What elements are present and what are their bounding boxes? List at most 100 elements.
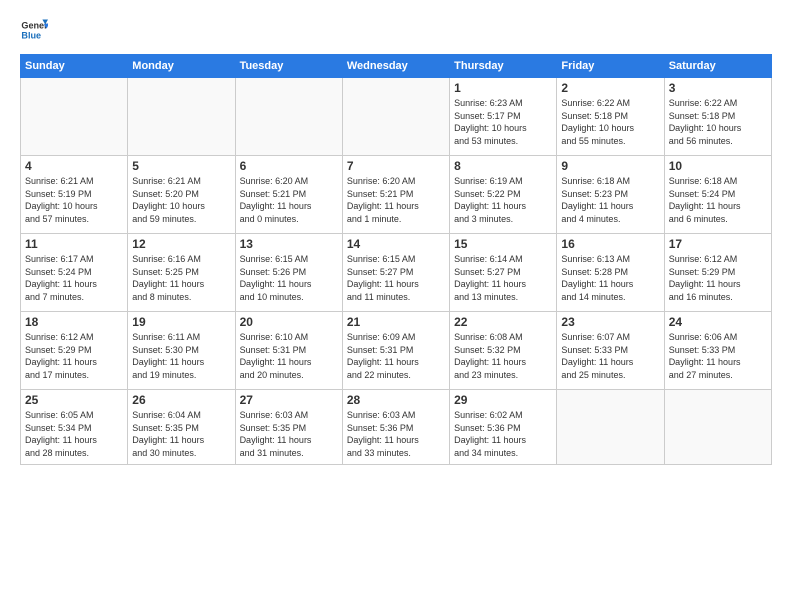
calendar-cell: 10Sunrise: 6:18 AM Sunset: 5:24 PM Dayli… — [664, 156, 771, 234]
calendar-cell: 7 Sunrise: 6:20 AM Sunset: 5:21 PM Daylig… — [342, 156, 449, 234]
calendar-cell: 29 Sunrise: 6:02 AM Sunset: 5:36 PM Dayli… — [450, 390, 557, 465]
calendar-cell: 8 Sunrise: 6:19 AM Sunset: 5:22 PM Daylig… — [450, 156, 557, 234]
day-number: 14 — [347, 237, 445, 251]
day-info: Sunrise: 6:04 AM Sunset: 5:35 PM Dayligh… — [132, 409, 230, 459]
day-info: Sunrise: 6:09 AM Sunset: 5:31 PM Dayligh… — [347, 331, 445, 381]
calendar-cell: 2 Sunrise: 6:22 AM Sunset: 5:18 PM Daylig… — [557, 78, 664, 156]
calendar-cell: 4Sunrise: 6:21 AM Sunset: 5:19 PM Daylig… — [21, 156, 128, 234]
calendar-cell: 14 Sunrise: 6:15 AM Sunset: 5:27 PM Dayli… — [342, 234, 449, 312]
weekday-header-saturday: Saturday — [664, 55, 771, 78]
calendar-cell: 26 Sunrise: 6:04 AM Sunset: 5:35 PM Dayli… — [128, 390, 235, 465]
calendar-cell: 3 Sunrise: 6:22 AM Sunset: 5:18 PM Daylig… — [664, 78, 771, 156]
calendar-cell: 28 Sunrise: 6:03 AM Sunset: 5:36 PM Dayli… — [342, 390, 449, 465]
day-info: Sunrise: 6:05 AM Sunset: 5:34 PM Dayligh… — [25, 409, 123, 459]
day-number: 17 — [669, 237, 767, 251]
calendar-cell — [557, 390, 664, 465]
calendar-cell — [664, 390, 771, 465]
day-info: Sunrise: 6:13 AM Sunset: 5:28 PM Dayligh… — [561, 253, 659, 303]
day-info: Sunrise: 6:22 AM Sunset: 5:18 PM Dayligh… — [561, 97, 659, 147]
calendar-cell: 17 Sunrise: 6:12 AM Sunset: 5:29 PM Dayli… — [664, 234, 771, 312]
day-number: 26 — [132, 393, 230, 407]
day-info: Sunrise: 6:14 AM Sunset: 5:27 PM Dayligh… — [454, 253, 552, 303]
day-number: 3 — [669, 81, 767, 95]
day-number: 28 — [347, 393, 445, 407]
calendar-table: SundayMondayTuesdayWednesdayThursdayFrid… — [20, 54, 772, 465]
calendar-cell: 24Sunrise: 6:06 AM Sunset: 5:33 PM Dayli… — [664, 312, 771, 390]
day-info: Sunrise: 6:03 AM Sunset: 5:35 PM Dayligh… — [240, 409, 338, 459]
calendar-cell: 5 Sunrise: 6:21 AM Sunset: 5:20 PM Daylig… — [128, 156, 235, 234]
header: General Blue — [20, 16, 772, 44]
weekday-header-monday: Monday — [128, 55, 235, 78]
day-number: 22 — [454, 315, 552, 329]
calendar-cell: 21 Sunrise: 6:09 AM Sunset: 5:31 PM Dayli… — [342, 312, 449, 390]
day-info: Sunrise: 6:03 AM Sunset: 5:36 PM Dayligh… — [347, 409, 445, 459]
week-row-0: 1 Sunrise: 6:23 AM Sunset: 5:17 PM Daylig… — [21, 78, 772, 156]
day-info: Sunrise: 6:15 AM Sunset: 5:26 PM Dayligh… — [240, 253, 338, 303]
svg-text:Blue: Blue — [21, 30, 41, 40]
weekday-header-sunday: Sunday — [21, 55, 128, 78]
calendar-cell: 23 Sunrise: 6:07 AM Sunset: 5:33 PM Dayli… — [557, 312, 664, 390]
week-row-3: 18 Sunrise: 6:12 AM Sunset: 5:29 PM Dayli… — [21, 312, 772, 390]
weekday-header-thursday: Thursday — [450, 55, 557, 78]
calendar-cell: 25Sunrise: 6:05 AM Sunset: 5:34 PM Dayli… — [21, 390, 128, 465]
day-number: 21 — [347, 315, 445, 329]
day-number: 7 — [347, 159, 445, 173]
calendar-cell — [235, 78, 342, 156]
day-info: Sunrise: 6:23 AM Sunset: 5:17 PM Dayligh… — [454, 97, 552, 147]
day-info: Sunrise: 6:19 AM Sunset: 5:22 PM Dayligh… — [454, 175, 552, 225]
day-info: Sunrise: 6:21 AM Sunset: 5:20 PM Dayligh… — [132, 175, 230, 225]
page-container: General Blue SundayMondayTuesdayWednesda… — [0, 0, 792, 475]
day-number: 9 — [561, 159, 659, 173]
day-info: Sunrise: 6:12 AM Sunset: 5:29 PM Dayligh… — [669, 253, 767, 303]
day-info: Sunrise: 6:18 AM Sunset: 5:23 PM Dayligh… — [561, 175, 659, 225]
calendar-cell: 13 Sunrise: 6:15 AM Sunset: 5:26 PM Dayli… — [235, 234, 342, 312]
calendar-cell: 16 Sunrise: 6:13 AM Sunset: 5:28 PM Dayli… — [557, 234, 664, 312]
day-number: 12 — [132, 237, 230, 251]
calendar-cell: 6 Sunrise: 6:20 AM Sunset: 5:21 PM Daylig… — [235, 156, 342, 234]
calendar-cell: 9 Sunrise: 6:18 AM Sunset: 5:23 PM Daylig… — [557, 156, 664, 234]
logo: General Blue — [20, 16, 52, 44]
day-number: 27 — [240, 393, 338, 407]
day-number: 19 — [132, 315, 230, 329]
day-info: Sunrise: 6:06 AM Sunset: 5:33 PM Dayligh… — [669, 331, 767, 381]
day-number: 29 — [454, 393, 552, 407]
day-info: Sunrise: 6:18 AM Sunset: 5:24 PM Dayligh… — [669, 175, 767, 225]
day-info: Sunrise: 6:10 AM Sunset: 5:31 PM Dayligh… — [240, 331, 338, 381]
day-number: 2 — [561, 81, 659, 95]
day-info: Sunrise: 6:07 AM Sunset: 5:33 PM Dayligh… — [561, 331, 659, 381]
day-info: Sunrise: 6:17 AM Sunset: 5:24 PM Dayligh… — [25, 253, 123, 303]
day-number: 5 — [132, 159, 230, 173]
day-info: Sunrise: 6:15 AM Sunset: 5:27 PM Dayligh… — [347, 253, 445, 303]
week-row-1: 4Sunrise: 6:21 AM Sunset: 5:19 PM Daylig… — [21, 156, 772, 234]
day-info: Sunrise: 6:12 AM Sunset: 5:29 PM Dayligh… — [25, 331, 123, 381]
day-info: Sunrise: 6:20 AM Sunset: 5:21 PM Dayligh… — [240, 175, 338, 225]
day-number: 16 — [561, 237, 659, 251]
calendar-cell: 15 Sunrise: 6:14 AM Sunset: 5:27 PM Dayli… — [450, 234, 557, 312]
calendar-cell — [128, 78, 235, 156]
day-number: 13 — [240, 237, 338, 251]
calendar-cell: 18 Sunrise: 6:12 AM Sunset: 5:29 PM Dayli… — [21, 312, 128, 390]
calendar-cell: 12 Sunrise: 6:16 AM Sunset: 5:25 PM Dayli… — [128, 234, 235, 312]
calendar-cell: 20 Sunrise: 6:10 AM Sunset: 5:31 PM Dayli… — [235, 312, 342, 390]
weekday-header-friday: Friday — [557, 55, 664, 78]
day-number: 20 — [240, 315, 338, 329]
day-info: Sunrise: 6:16 AM Sunset: 5:25 PM Dayligh… — [132, 253, 230, 303]
day-number: 23 — [561, 315, 659, 329]
day-info: Sunrise: 6:11 AM Sunset: 5:30 PM Dayligh… — [132, 331, 230, 381]
calendar-cell: 1 Sunrise: 6:23 AM Sunset: 5:17 PM Daylig… — [450, 78, 557, 156]
calendar-cell: 22Sunrise: 6:08 AM Sunset: 5:32 PM Dayli… — [450, 312, 557, 390]
calendar-cell: 19 Sunrise: 6:11 AM Sunset: 5:30 PM Dayli… — [128, 312, 235, 390]
day-number: 18 — [25, 315, 123, 329]
day-info: Sunrise: 6:02 AM Sunset: 5:36 PM Dayligh… — [454, 409, 552, 459]
day-number: 15 — [454, 237, 552, 251]
calendar-cell — [21, 78, 128, 156]
week-row-2: 11 Sunrise: 6:17 AM Sunset: 5:24 PM Dayli… — [21, 234, 772, 312]
day-number: 6 — [240, 159, 338, 173]
day-number: 11 — [25, 237, 123, 251]
weekday-header-wednesday: Wednesday — [342, 55, 449, 78]
day-info: Sunrise: 6:20 AM Sunset: 5:21 PM Dayligh… — [347, 175, 445, 225]
day-info: Sunrise: 6:22 AM Sunset: 5:18 PM Dayligh… — [669, 97, 767, 147]
day-number: 1 — [454, 81, 552, 95]
day-info: Sunrise: 6:21 AM Sunset: 5:19 PM Dayligh… — [25, 175, 123, 225]
day-number: 8 — [454, 159, 552, 173]
